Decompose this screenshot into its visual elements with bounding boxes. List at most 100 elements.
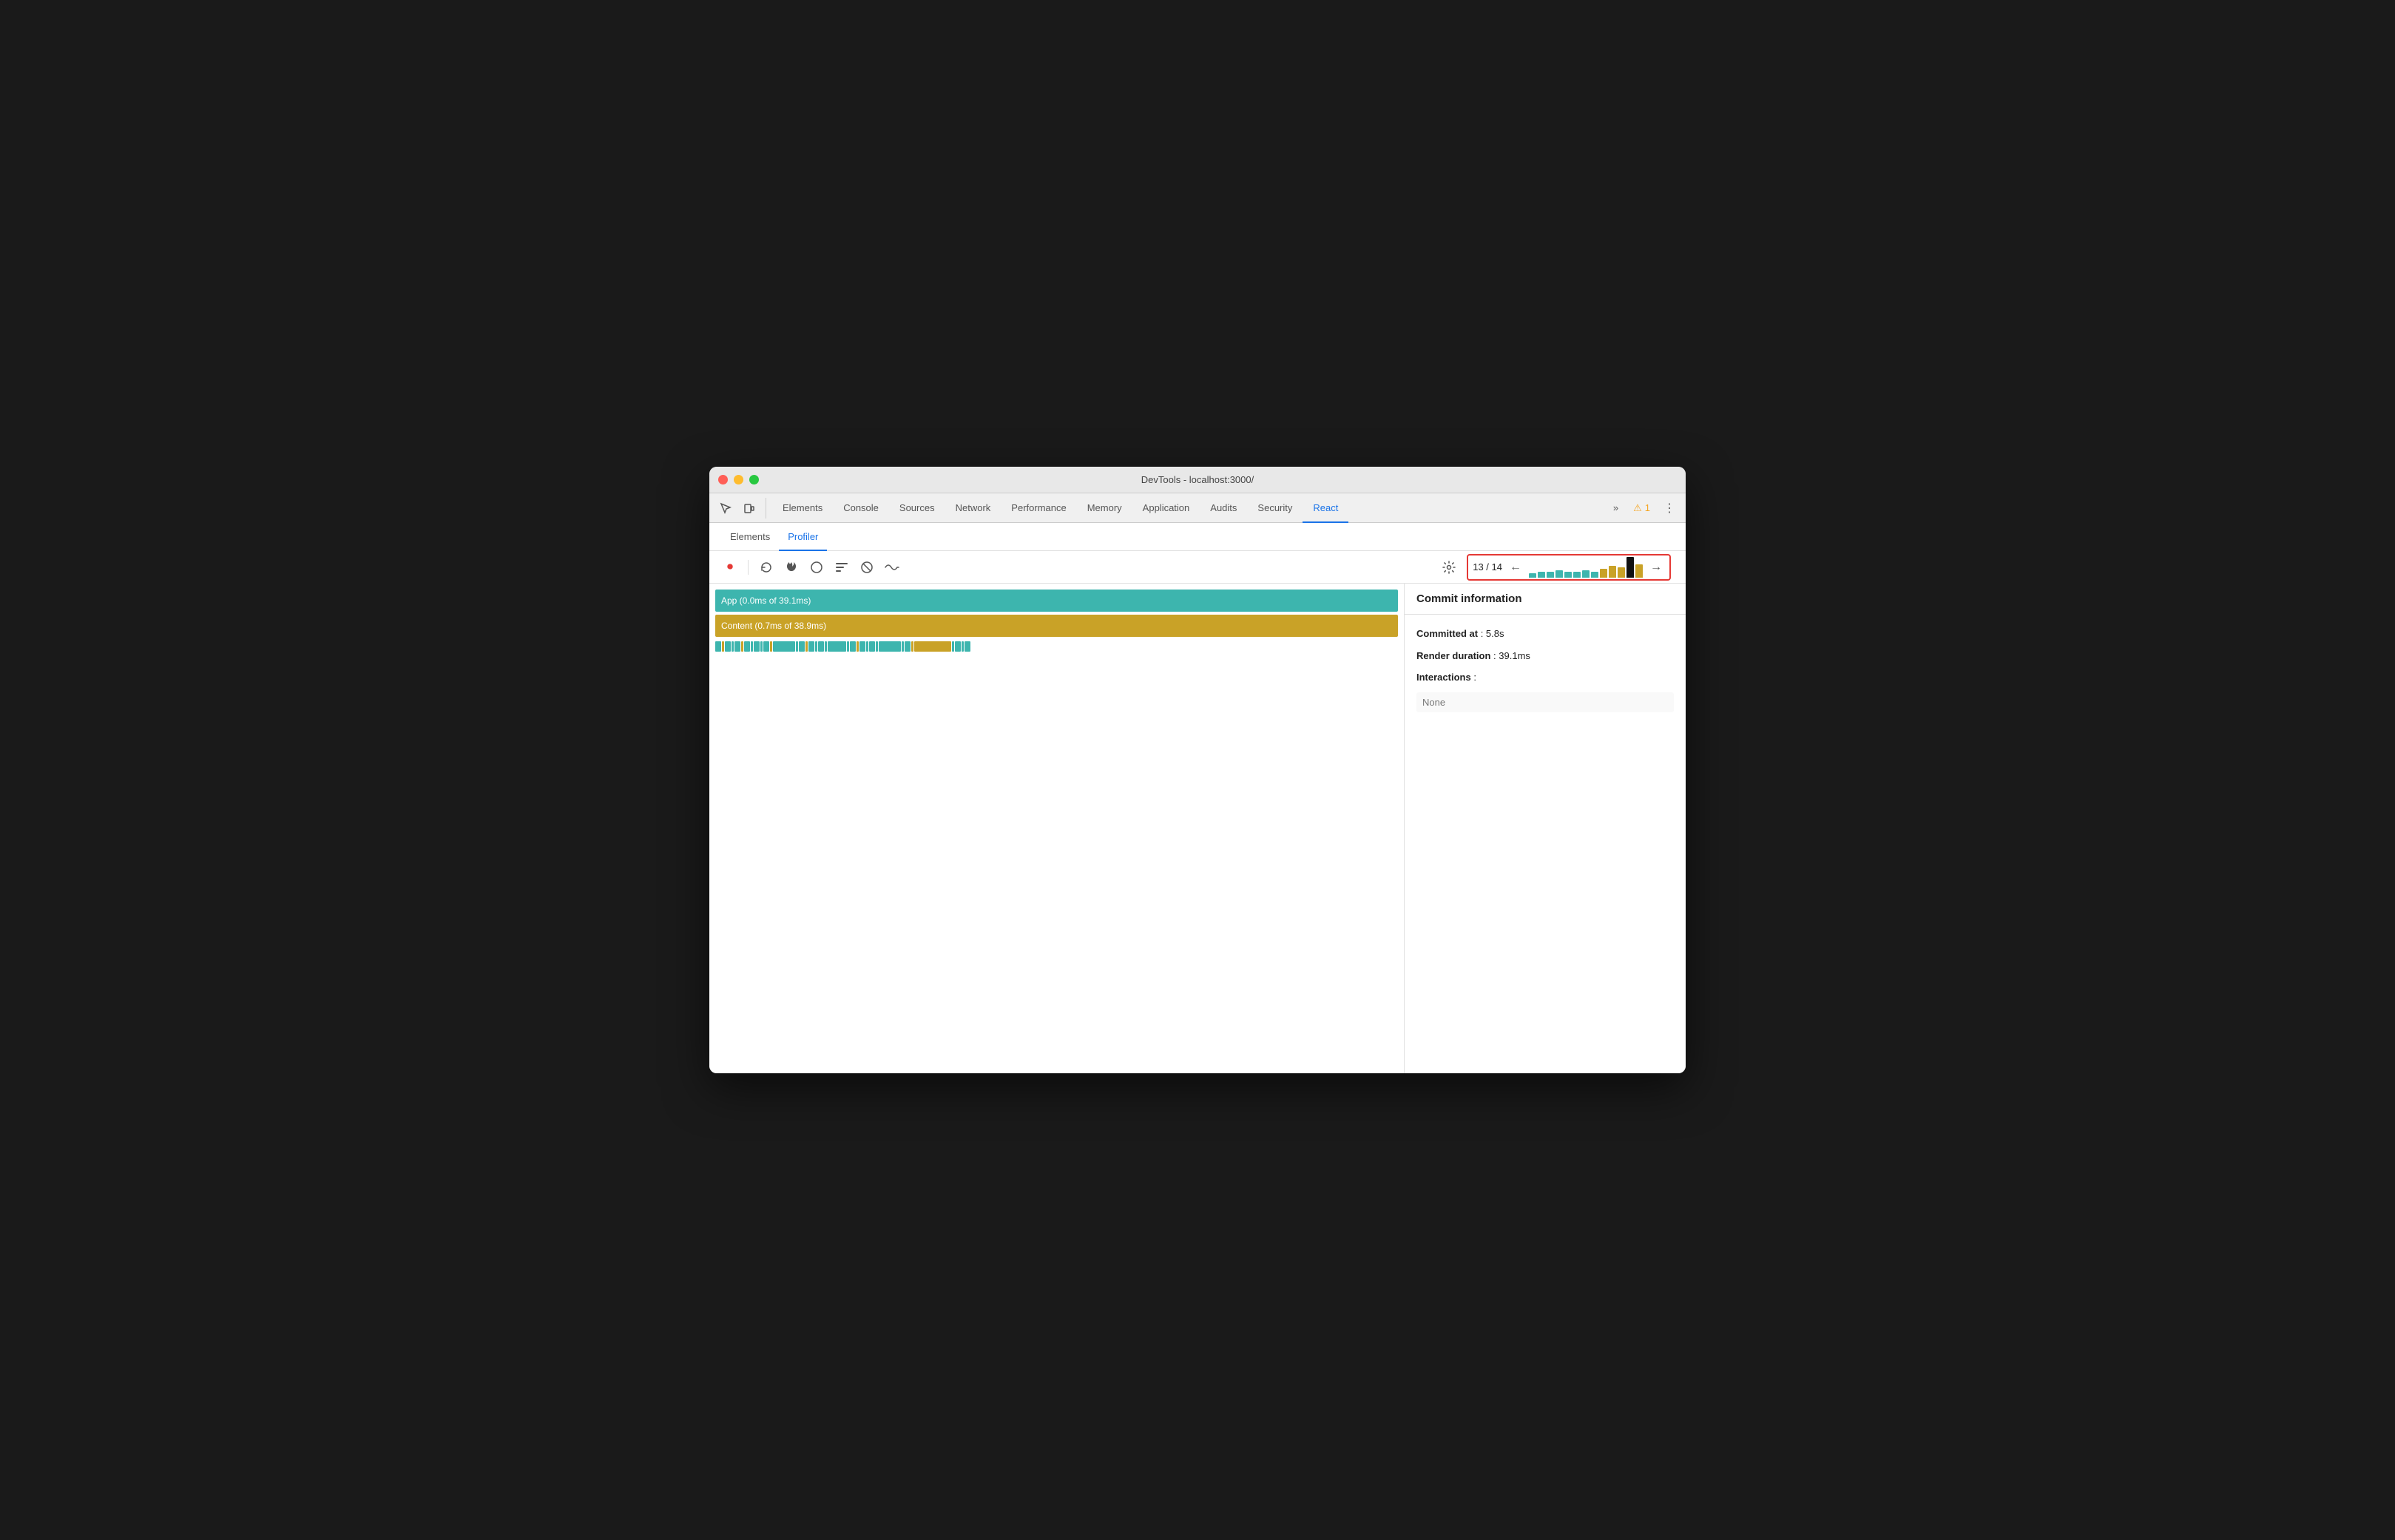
tab-audits[interactable]: Audits: [1200, 493, 1247, 523]
commit-bar-5[interactable]: [1573, 572, 1581, 578]
main-area: App (0.0ms of 39.1ms) Content (0.7ms of …: [709, 584, 1686, 1073]
tab-sources[interactable]: Sources: [889, 493, 945, 523]
mini-block-10: [763, 641, 769, 652]
commit-bar-3[interactable]: [1555, 570, 1563, 578]
mini-block-5: [741, 641, 743, 652]
prev-commit-button[interactable]: ←: [1507, 558, 1524, 576]
commit-bar-2[interactable]: [1547, 572, 1554, 578]
mini-block-11: [770, 641, 772, 652]
timeline-button[interactable]: [880, 555, 904, 579]
tab-overflow-button[interactable]: »: [1607, 493, 1624, 523]
reload-record-button[interactable]: [754, 555, 778, 579]
flame-row-content[interactable]: Content (0.7ms of 38.9ms): [715, 615, 1398, 637]
mini-block-27: [876, 641, 878, 652]
tab-console[interactable]: Console: [833, 493, 889, 523]
mini-block-9: [760, 641, 763, 652]
ranked-button[interactable]: [830, 555, 854, 579]
mini-block-23: [857, 641, 859, 652]
exclude-button[interactable]: [855, 555, 879, 579]
mini-block-34: [955, 641, 961, 652]
flamechart-area: App (0.0ms of 39.1ms) Content (0.7ms of …: [709, 584, 1405, 1073]
settings-button[interactable]: [1437, 555, 1461, 579]
tab-network[interactable]: Network: [945, 493, 1001, 523]
flame-rows: App (0.0ms of 39.1ms) Content (0.7ms of …: [709, 584, 1404, 653]
committed-at-row: Committed at : 5.8s: [1416, 627, 1674, 641]
commit-bar-8[interactable]: [1600, 569, 1607, 578]
devtools-tab-bar: Elements Console Sources Network Perform…: [709, 493, 1686, 523]
mini-block-13: [796, 641, 798, 652]
close-button[interactable]: [718, 475, 728, 484]
tab-react[interactable]: React: [1303, 493, 1348, 523]
mini-block-21: [847, 641, 849, 652]
mini-block-33: [952, 641, 954, 652]
mini-block-15: [805, 641, 808, 652]
tab-warning-button[interactable]: ⚠ 1: [1627, 502, 1656, 514]
mini-block-28: [879, 641, 901, 652]
render-duration-value: 39.1ms: [1499, 650, 1530, 661]
mini-block-17: [815, 641, 817, 652]
tab-application[interactable]: Application: [1132, 493, 1200, 523]
commit-bar-0[interactable]: [1529, 573, 1536, 578]
sub-tab-elements[interactable]: Elements: [721, 523, 779, 551]
tab-security[interactable]: Security: [1247, 493, 1303, 523]
commit-bar-9[interactable]: [1609, 566, 1616, 578]
mini-block-8: [754, 641, 760, 652]
toolbar-icons: [715, 498, 766, 519]
commit-bar-10[interactable]: [1618, 567, 1625, 578]
sub-tab-profiler[interactable]: Profiler: [779, 523, 827, 551]
interactions-row: Interactions :: [1416, 670, 1674, 685]
record-button[interactable]: ⏺: [718, 555, 742, 579]
minimize-button[interactable]: [734, 475, 743, 484]
tab-elements[interactable]: Elements: [772, 493, 833, 523]
tab-memory[interactable]: Memory: [1077, 493, 1132, 523]
mini-block-18: [818, 641, 824, 652]
device-icon[interactable]: [739, 498, 760, 519]
inspect-icon[interactable]: [715, 498, 736, 519]
more-options-button[interactable]: ⋮: [1659, 498, 1680, 519]
mini-block-31: [911, 641, 913, 652]
clear-button[interactable]: [805, 555, 828, 579]
commit-bar-11[interactable]: [1626, 557, 1634, 578]
mini-block-26: [869, 641, 875, 652]
tab-performance[interactable]: Performance: [1001, 493, 1076, 523]
mini-block-6: [744, 641, 750, 652]
render-duration-row: Render duration : 39.1ms: [1416, 649, 1674, 663]
mini-block-29: [902, 641, 904, 652]
title-bar: DevTools - localhost:3000/: [709, 467, 1686, 493]
next-commit-button[interactable]: →: [1647, 558, 1665, 576]
committed-at-label: Committed at: [1416, 628, 1478, 639]
commit-info-body: Committed at : 5.8s Render duration : 39…: [1405, 615, 1686, 724]
flame-row-app[interactable]: App (0.0ms of 39.1ms): [715, 590, 1398, 612]
mini-block-12: [773, 641, 795, 652]
traffic-lights: [718, 475, 759, 484]
right-panel: Commit information Committed at : 5.8s R…: [1405, 584, 1686, 1073]
commit-bar-12[interactable]: [1635, 564, 1643, 578]
mini-block-7: [751, 641, 753, 652]
commit-bar-4[interactable]: [1564, 572, 1572, 578]
mini-block-1: [722, 641, 724, 652]
interactions-none: None: [1416, 692, 1674, 712]
commit-bar-7[interactable]: [1591, 572, 1598, 578]
mini-block-3: [732, 641, 734, 652]
interactions-colon: :: [1473, 672, 1476, 683]
commit-bar-1[interactable]: [1538, 572, 1545, 578]
devtools-window: DevTools - localhost:3000/ Elements Cons…: [709, 467, 1686, 1073]
commit-bars[interactable]: [1529, 557, 1643, 578]
mini-block-25: [866, 641, 868, 652]
mini-block-30: [905, 641, 911, 652]
commit-bar-6[interactable]: [1582, 570, 1590, 578]
mini-block-4: [734, 641, 740, 652]
maximize-button[interactable]: [749, 475, 759, 484]
mini-block-22: [850, 641, 856, 652]
committed-at-value: 5.8s: [1486, 628, 1504, 639]
mini-block-0: [715, 641, 721, 652]
commit-counter: 13 / 14: [1473, 561, 1502, 573]
mini-block-35: [962, 641, 964, 652]
flame-row-mini: [715, 640, 1398, 653]
interactions-label: Interactions: [1416, 672, 1471, 683]
mini-block-24: [859, 641, 865, 652]
window-title: DevTools - localhost:3000/: [1141, 474, 1254, 485]
warning-icon: ⚠: [1633, 502, 1642, 514]
flame-button[interactable]: [780, 555, 803, 579]
render-duration-label: Render duration: [1416, 650, 1490, 661]
